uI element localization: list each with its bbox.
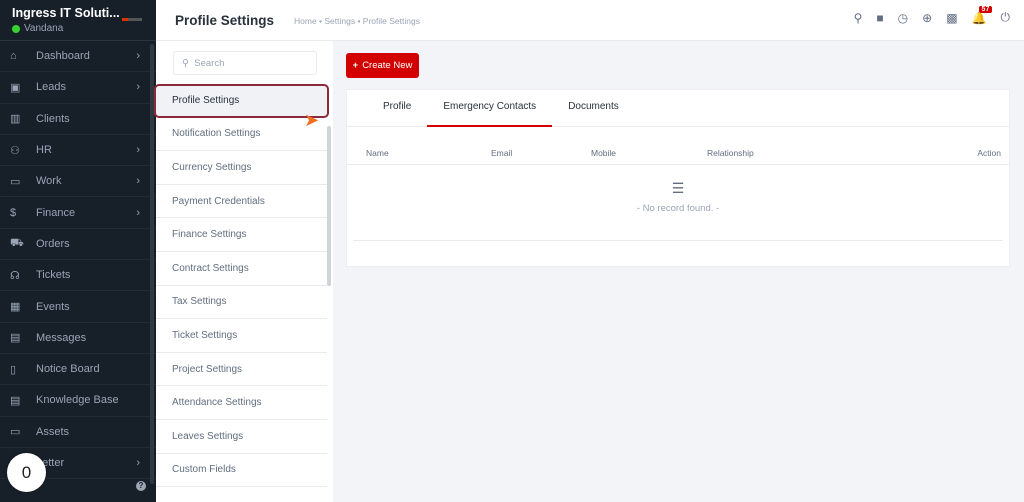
chevron-right-icon: ›	[136, 144, 140, 157]
sidebar-item-label: Events	[36, 300, 70, 313]
search-input[interactable]: ⚲ Search	[173, 51, 317, 75]
calendar-icon: ▦	[10, 301, 21, 314]
monitor-icon: ▭	[10, 426, 21, 439]
sidebar: Ingress IT Soluti... Vandana ⌂ Dashboard ›…	[0, 0, 156, 502]
home-icon: ⌂	[10, 50, 17, 63]
topbar: Profile Settings Home • Settings • Profi…	[156, 0, 1024, 41]
sidebar-item-assets[interactable]: ▭ Assets	[0, 417, 156, 448]
sidebar-item-label: Messages	[36, 331, 87, 344]
sidebar-item-orders[interactable]: ⛟ Orders	[0, 229, 156, 261]
search-icon[interactable]: ⚲	[854, 11, 863, 25]
menu-item-leaves-settings[interactable]: Leaves Settings	[156, 420, 327, 454]
sidebar-item-label: Orders	[36, 237, 70, 250]
sidebar-item-label: Assets	[36, 425, 70, 438]
menu-item-currency-settings[interactable]: Currency Settings	[156, 151, 327, 185]
menu-item-profile-settings[interactable]: Profile Settings	[154, 84, 329, 118]
col-relationship: Relationship	[707, 148, 754, 158]
sidebar-item-knowledge-base[interactable]: ▤ Knowledge Base	[0, 385, 156, 417]
menu-item-project-settings[interactable]: Project Settings	[156, 353, 327, 387]
power-icon[interactable]: ⏻	[1001, 10, 1011, 25]
empty-message: - No record found. -	[636, 203, 720, 214]
content-card: Profile Emergency Contacts Documents Name …	[346, 89, 1010, 267]
sidebar-item-leads[interactable]: ▣ Leads ›	[0, 72, 156, 104]
chevron-right-icon: ›	[136, 206, 140, 219]
sidebar-item-label: Dashboard	[36, 50, 90, 63]
sidebar-item-label: Notice Board	[36, 363, 100, 376]
gift-icon[interactable]: ▩	[946, 11, 957, 25]
menu-item-attendance-settings[interactable]: Attendance Settings	[156, 386, 327, 420]
bell-icon[interactable]: 🔔 57	[972, 5, 993, 25]
chevron-right-icon: ›	[136, 457, 140, 469]
sidebar-item-label: Clients	[36, 112, 70, 125]
chat-icon: ▤	[10, 332, 21, 345]
col-action: Action	[977, 148, 1001, 158]
sidebar-item-finance[interactable]: $ Finance ›	[0, 197, 156, 229]
sidebar-item-label: HR	[36, 144, 52, 157]
dollar-icon: $	[10, 206, 17, 219]
online-status-icon	[12, 24, 20, 33]
headset-icon: ☊	[10, 269, 20, 282]
tab-emergency-contacts[interactable]: Emergency Contacts	[427, 90, 553, 127]
pointer-cursor-icon: ➤	[304, 110, 320, 130]
menu-item-finance-settings[interactable]: Finance Settings	[156, 218, 327, 252]
col-email: Email	[491, 148, 513, 158]
question-icon[interactable]: ?	[136, 481, 146, 491]
chevron-right-icon: ›	[136, 175, 140, 188]
sidebar-item-label: Finance	[36, 206, 76, 219]
notification-badge: 57	[978, 5, 993, 13]
flag-icon	[122, 18, 142, 21]
divider	[353, 240, 1003, 241]
table-header: Name Email Mobile Relationship Action	[347, 148, 1009, 165]
clock-icon[interactable]: ◷	[898, 11, 908, 25]
sidebar-item-messages[interactable]: ▤ Messages	[0, 323, 156, 354]
menu-item-tax-settings[interactable]: Tax Settings	[156, 286, 327, 320]
sticky-note-icon[interactable]: ■	[876, 11, 883, 25]
list-icon: ☰	[671, 180, 685, 196]
counter-bubble[interactable]: 0	[7, 453, 46, 492]
add-circle-icon[interactable]: ⊕	[922, 11, 932, 25]
clipboard-icon: ▯	[10, 363, 17, 376]
chevron-right-icon: ›	[136, 81, 140, 94]
create-new-button[interactable]: + Create New	[346, 53, 419, 78]
menu-item-custom-fields[interactable]: Custom Fields	[156, 454, 327, 488]
col-name: Name	[366, 148, 389, 158]
sidebar-item-work[interactable]: ▭ Work ›	[0, 166, 156, 198]
tab-profile[interactable]: Profile	[367, 90, 427, 127]
sidebar-item-label: Knowledge Base	[36, 394, 119, 407]
users-icon: ⚇	[10, 144, 20, 157]
chevron-right-icon: ›	[136, 50, 140, 63]
building-icon: ▥	[10, 113, 21, 126]
sidebar-item-label: Tickets	[36, 269, 71, 282]
sidebar-item-dashboard[interactable]: ⌂ Dashboard ›	[0, 41, 156, 73]
col-mobile: Mobile	[591, 148, 617, 158]
tab-documents[interactable]: Documents	[552, 90, 635, 127]
menu-scrollbar[interactable]	[327, 126, 331, 286]
user-name: Vandana	[24, 23, 64, 34]
breadcrumb[interactable]: Home • Settings • Profile Settings	[294, 16, 420, 26]
sidebar-item-clients[interactable]: ▥ Clients	[0, 104, 156, 135]
book-icon: ▤	[10, 394, 21, 407]
sidebar-item-label: Leads	[36, 81, 66, 94]
menu-item-notification-settings[interactable]: Notification Settings	[156, 118, 327, 152]
menu-item-contract-settings[interactable]: Contract Settings	[156, 252, 327, 286]
sidebar-item-notice-board[interactable]: ▯ Notice Board	[0, 354, 156, 386]
briefcase-icon: ▭	[10, 175, 21, 188]
page-title: Profile Settings	[175, 13, 275, 28]
sidebar-item-events[interactable]: ▦ Events	[0, 291, 156, 323]
id-card-icon: ▣	[10, 81, 21, 94]
cart-icon: ⛟	[10, 236, 24, 249]
sidebar-item-tickets[interactable]: ☊ Tickets	[0, 260, 156, 292]
menu-item-ticket-settings[interactable]: Ticket Settings	[156, 319, 327, 353]
sidebar-item-label: Work	[36, 175, 62, 188]
sidebar-item-hr[interactable]: ⚇ HR ›	[0, 135, 156, 167]
menu-item-payment-credentials[interactable]: Payment Credentials	[156, 185, 327, 219]
